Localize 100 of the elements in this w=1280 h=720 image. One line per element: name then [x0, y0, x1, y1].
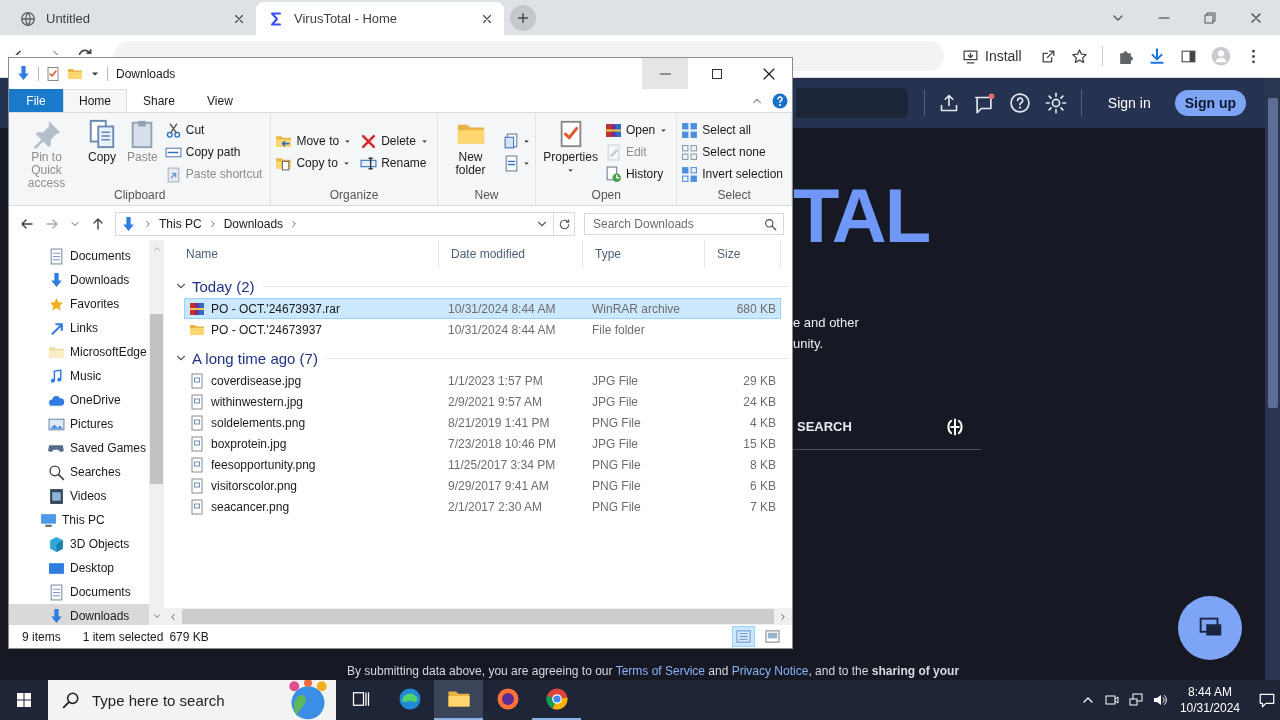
nav-item[interactable]: Saved Games	[9, 436, 149, 460]
search-input[interactable]: Type here to search	[90, 690, 276, 710]
column-header[interactable]: Size	[705, 240, 781, 268]
tab-title: Untitled	[46, 11, 92, 26]
help-icon[interactable]	[772, 92, 788, 109]
tab-title: VirusTotal - Home	[294, 11, 399, 26]
scrollbar[interactable]	[164, 608, 792, 625]
ribbon-button[interactable]: Cut	[164, 119, 267, 141]
chat-icon[interactable]	[972, 92, 995, 114]
ribbon-tab[interactable]: Share	[127, 89, 192, 112]
file-row[interactable]: withinwestern.jpg 2/9/2021 9:57 AM JPG File 24 KB	[184, 391, 781, 412]
upload-icon[interactable]	[938, 93, 959, 113]
ribbon-icon-button[interactable]	[503, 152, 532, 174]
file-row[interactable]: visitorscolor.png 9/29/2017 9:41 AM PNG File 6 KB	[184, 475, 781, 496]
file-row[interactable]: PO - OCT.'24673937.rar 10/31/2024 8:44 AM WinRAR archive 680 KB	[184, 298, 781, 319]
ribbon-button[interactable]: New folder	[441, 117, 500, 187]
file-row[interactable]: coverdisease.jpg 1/1/2023 1:57 PM JPG File 29 KB	[184, 370, 781, 391]
help-icon[interactable]	[1008, 92, 1031, 114]
ribbon-button[interactable]: Copy to	[275, 152, 357, 174]
nav-item[interactable]: This PC	[9, 508, 149, 532]
clock-date[interactable]: 10/31/2024	[1179, 700, 1240, 716]
ribbon-button[interactable]: Copy path	[164, 141, 267, 163]
ribbon-button[interactable]: Open	[604, 119, 673, 141]
file-icon	[189, 435, 205, 452]
search-box[interactable]: Type here to search	[48, 680, 336, 720]
search-input[interactable]: Search Downloads	[591, 216, 760, 232]
nav-item[interactable]: 3D Objects	[9, 532, 149, 556]
file-row[interactable]: seacancer.png 2/1/2017 2:30 AM PNG File 7 KB	[184, 496, 781, 517]
nav-item[interactable]: Videos	[9, 484, 149, 508]
nav-item[interactable]: Favorites	[9, 292, 149, 316]
new-tab-button[interactable]	[510, 5, 536, 31]
browser-tab[interactable]: Untitled	[8, 2, 256, 35]
scrollbar[interactable]	[149, 240, 164, 625]
file-row[interactable]: PO - OCT.'24673937 10/31/2024 8:44 AM File folder	[184, 319, 781, 340]
star-icon[interactable]	[1070, 47, 1088, 65]
ribbon-button[interactable]: Invert selection	[681, 163, 787, 185]
ribbon-button[interactable]: Rename	[360, 152, 433, 174]
sun-icon[interactable]	[1044, 92, 1067, 114]
nav-item[interactable]: Documents	[9, 244, 149, 268]
install-button[interactable]: Install	[958, 47, 1026, 65]
group-header[interactable]: Today (2)	[192, 277, 255, 295]
tiles-icon	[765, 629, 780, 644]
archive-icon	[604, 121, 622, 139]
column-header[interactable]: Date modified	[439, 240, 583, 268]
column-header[interactable]: Name	[174, 240, 439, 268]
taskbar-app[interactable]	[434, 680, 483, 720]
scissors-icon	[164, 121, 182, 139]
sign-in-link[interactable]: Sign in	[1107, 95, 1151, 111]
bracket-icon[interactable]	[945, 416, 965, 437]
ribbon-button[interactable]: Properties	[540, 117, 601, 187]
file-row[interactable]: feesopportunity.png 11/25/2017 3:34 PM PNG File 8 KB	[184, 454, 781, 475]
ribbon-tab[interactable]: View	[191, 89, 249, 112]
nav-item[interactable]: Downloads	[9, 604, 149, 625]
camera-icon[interactable]	[1103, 692, 1120, 708]
ribbon-tab[interactable]: Home	[63, 89, 127, 112]
browser-tab[interactable]: VirusTotal - Home	[256, 2, 504, 35]
nav-item[interactable]: MicrosoftEdge	[9, 340, 149, 364]
date-cell: 7/23/2018 10:46 PM	[448, 436, 557, 451]
nav-item[interactable]: Links	[9, 316, 149, 340]
search-field[interactable]	[796, 88, 908, 118]
breadcrumb[interactable]: This PC	[159, 217, 202, 231]
policy-link[interactable]: Terms of Service	[615, 664, 705, 678]
nav-item[interactable]: Searches	[9, 460, 149, 484]
network-icon[interactable]	[1127, 692, 1144, 708]
ribbon-tab[interactable]: File	[9, 89, 63, 112]
checklist-icon[interactable]	[45, 65, 61, 82]
nav-item[interactable]: Music	[9, 364, 149, 388]
ribbon-button[interactable]: Delete	[360, 130, 433, 152]
notification-icon[interactable]	[1258, 691, 1276, 709]
download-icon[interactable]	[1147, 47, 1166, 65]
ribbon-button[interactable]: Copy	[84, 117, 121, 187]
search-icon[interactable]	[764, 217, 777, 231]
type-cell: PNG File	[592, 499, 641, 514]
breadcrumb[interactable]: Downloads	[223, 217, 284, 231]
ribbon-button[interactable]: Select none	[681, 141, 787, 163]
type-cell: PNG File	[592, 478, 641, 493]
column-header[interactable]: Type	[583, 240, 705, 268]
nav-item[interactable]: Downloads	[9, 268, 149, 292]
scrollbar[interactable]	[1265, 78, 1280, 680]
nav-item[interactable]: Desktop	[9, 556, 149, 580]
type-cell: JPG File	[592, 373, 638, 388]
nav-item[interactable]: OneDrive	[9, 388, 149, 412]
file-row[interactable]: boxprotein.jpg 7/23/2018 10:46 PM JPG File 15 KB	[184, 433, 781, 454]
refresh-button[interactable]	[554, 212, 575, 236]
speaker-icon[interactable]	[1151, 692, 1168, 708]
restore-icon[interactable]	[1202, 9, 1218, 26]
ribbon-button[interactable]: Select all	[681, 119, 787, 141]
group-header[interactable]: A long time ago (7)	[192, 349, 318, 367]
sign-up-button[interactable]: Sign up	[1174, 90, 1246, 116]
ribbon-icon-button[interactable]	[503, 130, 532, 152]
search-box[interactable]: Search Downloads	[584, 213, 784, 235]
address-bar[interactable]: This PC Downloads	[115, 212, 554, 236]
ribbon-button[interactable]: Move to	[275, 130, 357, 152]
nav-item[interactable]: Documents	[9, 580, 149, 604]
ribbon-button[interactable]: History	[604, 163, 673, 185]
nav-item[interactable]: Pictures	[9, 412, 149, 436]
file-row[interactable]: soldelements.png 8/21/2019 1:41 PM PNG File 4 KB	[184, 412, 781, 433]
clock-time[interactable]: 8:44 AM	[1187, 684, 1232, 700]
size-cell: 680 KB	[736, 301, 776, 316]
reload-icon[interactable]	[76, 47, 94, 55]
